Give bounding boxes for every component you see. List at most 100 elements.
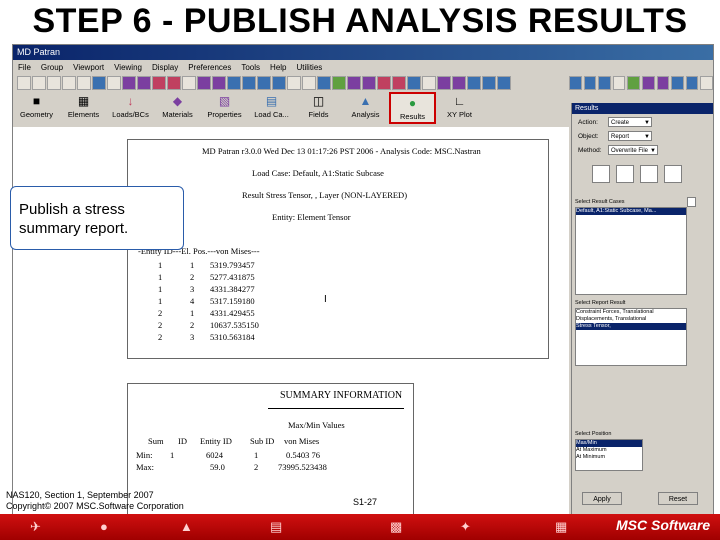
row-von-mises: 10637.535150 [210, 320, 259, 330]
show-labels-icon[interactable] [362, 76, 376, 90]
apply-button[interactable]: Apply [582, 492, 622, 505]
option-settings-icon[interactable] [664, 165, 682, 183]
iso-view-icon[interactable] [272, 76, 286, 90]
list-item[interactable]: Constraint Forces, Translational [576, 309, 686, 316]
window-titlebar[interactable]: MD Patran [13, 45, 713, 60]
pick-curve-icon[interactable] [598, 76, 611, 90]
menu-viewing[interactable]: Viewing [109, 61, 147, 75]
list-item[interactable]: Displacements, Translational [576, 316, 686, 323]
pick-face-icon[interactable] [671, 76, 684, 90]
zoom-icon[interactable] [182, 76, 196, 90]
pick-node-icon[interactable] [569, 76, 582, 90]
reset-graphics-icon[interactable] [122, 76, 136, 90]
app-button-materials[interactable]: ◆ Materials [154, 92, 201, 124]
list-item[interactable]: Max/Min [576, 440, 642, 447]
app-button-results[interactable]: ● Results [389, 92, 436, 124]
method-select[interactable]: Overwrite File ▼ [608, 145, 658, 155]
node-size-icon[interactable] [392, 76, 406, 90]
app-button-xy-plot[interactable]: ∟ XY Plot [436, 92, 483, 124]
menu-bar: File Group Viewport Viewing Display Pref… [13, 61, 713, 75]
option-filter-icon[interactable] [616, 165, 634, 183]
menu-utilities[interactable]: Utilities [292, 61, 328, 75]
action-select[interactable]: Create ▼ [608, 117, 652, 127]
menu-tools[interactable]: Tools [236, 61, 265, 75]
nodes-icon[interactable] [467, 76, 481, 90]
abort-icon[interactable] [107, 76, 121, 90]
pick-element-icon[interactable] [583, 76, 597, 90]
display-lines-icon[interactable] [437, 76, 451, 90]
app-button-properties[interactable]: ▧ Properties [201, 92, 248, 124]
pick-any-icon[interactable] [656, 76, 670, 90]
app-button-analysis[interactable]: ▲ Analysis [342, 92, 389, 124]
new-file-icon[interactable] [17, 76, 31, 90]
save-icon[interactable] [47, 76, 61, 90]
pick-vertex-icon[interactable] [700, 76, 713, 90]
summary-col-entity: Entity ID [200, 436, 232, 446]
plot-erase-icon[interactable] [152, 76, 166, 90]
wireframe-icon[interactable] [287, 76, 301, 90]
row-von-mises: 4331.384277 [210, 284, 255, 294]
load-icon: ↓ [127, 94, 134, 108]
smooth-shaded-icon[interactable] [332, 76, 346, 90]
element-shrink-icon[interactable] [407, 76, 421, 90]
print-icon[interactable] [62, 76, 76, 90]
fit-view-icon[interactable] [167, 76, 181, 90]
front-view-icon[interactable] [227, 76, 241, 90]
hidden-line-icon[interactable] [302, 76, 316, 90]
list-item[interactable]: Default, A1:Static Subcase, Ma... [576, 208, 686, 215]
menu-viewport[interactable]: Viewport [68, 61, 109, 75]
menu-group[interactable]: Group [36, 61, 68, 75]
row-entity-id: 1 [158, 260, 163, 270]
free-edges-icon[interactable] [497, 76, 511, 90]
satellite-icon: ✦ [460, 519, 471, 534]
pick-solid-icon[interactable] [627, 76, 640, 90]
toggle-icon[interactable] [452, 76, 466, 90]
list-item[interactable]: At Maximum [576, 447, 642, 454]
undo-icon[interactable] [92, 76, 106, 90]
list-item[interactable]: Stress Tensor, [576, 323, 686, 330]
label-icon[interactable] [347, 76, 361, 90]
result-cases-list[interactable]: Default, A1:Static Subcase, Ma... [575, 207, 687, 295]
menu-help[interactable]: Help [265, 61, 291, 75]
app-button-load-cases[interactable]: ▤ Load Ca... [248, 92, 295, 124]
row-element-position: 3 [190, 332, 195, 342]
truck-icon: ▩ [390, 519, 403, 534]
option-format-icon[interactable] [640, 165, 658, 183]
menu-display[interactable]: Display [147, 61, 183, 75]
object-select[interactable]: Report ▼ [608, 131, 652, 141]
summary-col-subid: Sub ID [250, 436, 275, 446]
rotate-icon[interactable] [197, 76, 211, 90]
app-button-loads-bcs[interactable]: ↓ Loads/BCs [107, 92, 154, 124]
app-button-elements[interactable]: ▦ Elements [60, 92, 107, 124]
footer-course: NAS120, Section 1, September 2007 [6, 490, 154, 500]
pick-edge-icon[interactable] [685, 76, 699, 90]
top-view-icon[interactable] [242, 76, 256, 90]
result-types-list[interactable]: Constraint Forces, Translational Displac… [575, 308, 687, 366]
option-report-icon[interactable] [592, 165, 610, 183]
pick-surface-icon[interactable] [612, 76, 626, 90]
reset-button[interactable]: Reset [658, 492, 698, 505]
view-corners-icon[interactable] [422, 76, 436, 90]
hide-labels-icon[interactable] [377, 76, 391, 90]
pick-point-icon[interactable] [641, 76, 655, 90]
position-list[interactable]: Max/Min At Maximum At Minimum [575, 439, 643, 471]
copy-icon[interactable] [77, 76, 91, 90]
row-von-mises: 5319.793457 [210, 260, 255, 270]
slide-title: STEP 6 - PUBLISH ANALYSIS RESULTS [32, 2, 688, 40]
open-file-icon[interactable] [32, 76, 46, 90]
text-cursor-icon: I [324, 294, 327, 305]
menu-file[interactable]: File [13, 61, 36, 75]
refresh-icon[interactable] [137, 76, 151, 90]
side-view-icon[interactable] [257, 76, 271, 90]
app-button-geometry[interactable]: ■ Geometry [13, 92, 60, 124]
elements-toggle-icon[interactable] [482, 76, 496, 90]
app-button-label: Analysis [351, 110, 380, 119]
load-case-icon: ▤ [265, 94, 278, 108]
app-button-fields[interactable]: ◫ Fields [295, 92, 342, 124]
filter-icon[interactable] [687, 197, 696, 207]
list-item[interactable]: At Minimum [576, 454, 642, 461]
shaded-icon[interactable] [317, 76, 331, 90]
menu-preferences[interactable]: Preferences [183, 61, 236, 75]
app-button-label: Results [399, 112, 425, 121]
pan-icon[interactable] [212, 76, 226, 90]
